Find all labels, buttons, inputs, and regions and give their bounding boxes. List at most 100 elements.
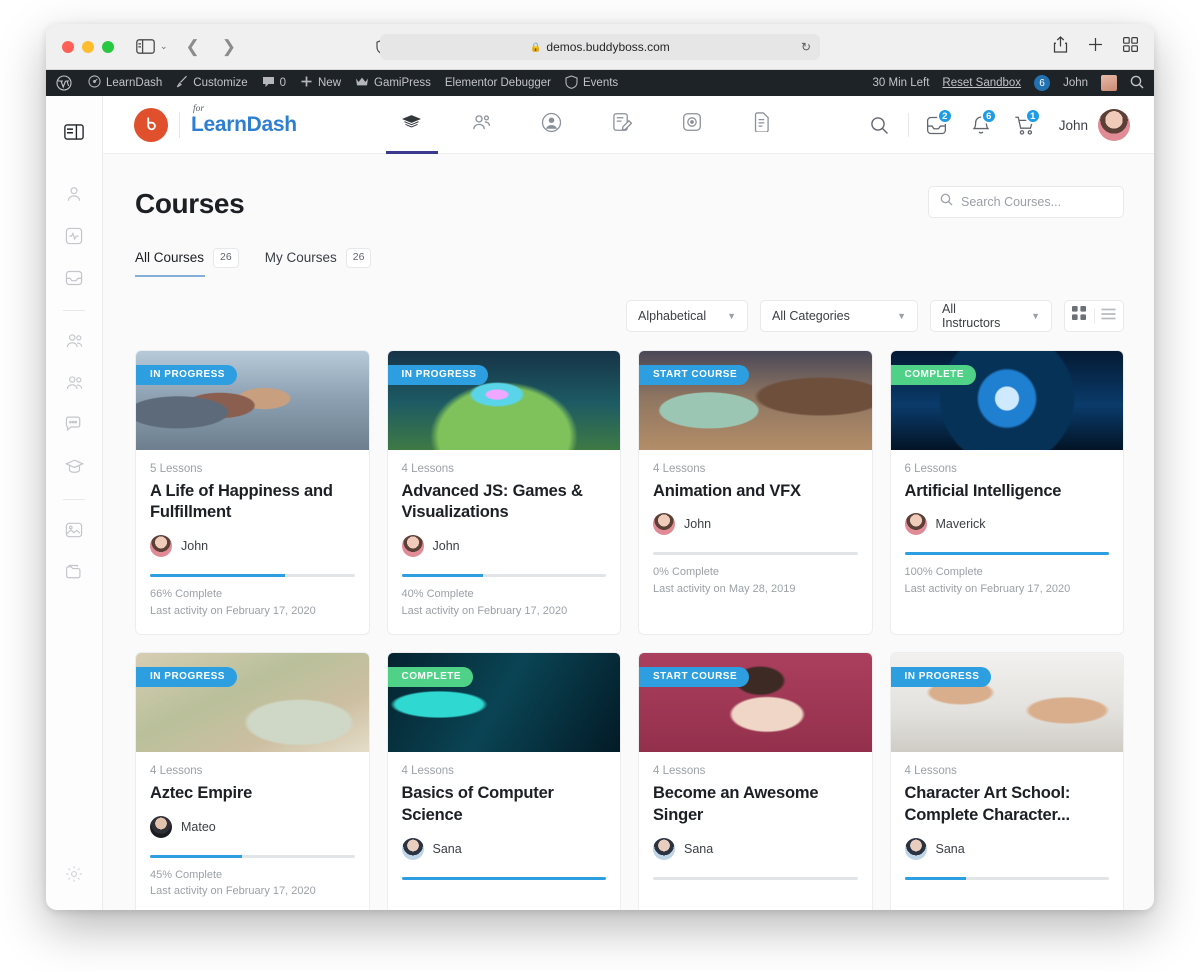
site-logo[interactable]: for LearnDash	[134, 104, 297, 142]
sort-value: Alphabetical	[638, 308, 707, 323]
admin-avatar[interactable]	[1101, 75, 1117, 91]
course-thumbnail: IN PROGRESS	[387, 350, 620, 450]
course-author[interactable]: John	[401, 535, 607, 558]
sidebar-item-photos[interactable]	[57, 513, 91, 547]
course-card[interactable]: START COURSE 4 Lessons Animation and VFX…	[638, 349, 873, 636]
window-controls[interactable]	[62, 40, 114, 53]
grid-view-button[interactable]	[1065, 300, 1094, 332]
last-activity: Last activity on February 17, 2020	[150, 885, 316, 898]
avatar	[653, 513, 675, 536]
wordpress-icon[interactable]	[56, 75, 72, 91]
course-author[interactable]: John	[150, 535, 355, 558]
sidebar-item-profile[interactable]	[57, 177, 91, 211]
address-bar[interactable]: 🔒 demos.buddyboss.com ↻	[380, 34, 820, 60]
course-card[interactable]: COMPLETE 6 Lessons Artificial Intelligen…	[889, 349, 1124, 636]
avatar	[653, 837, 675, 860]
course-title[interactable]: Animation and VFX	[653, 481, 858, 503]
sidebar-item-members[interactable]	[57, 324, 91, 358]
admin-item-events[interactable]: Events	[565, 74, 618, 92]
admin-item-comments[interactable]: 0	[262, 76, 286, 91]
reload-icon[interactable]: ↻	[801, 40, 811, 54]
course-card[interactable]: IN PROGRESS 4 Lessons Aztec Empire Mateo	[135, 652, 370, 910]
course-thumbnail: IN PROGRESS	[136, 653, 369, 753]
admin-item-gamipress[interactable]: GamiPress	[355, 76, 431, 90]
sidebar-item-activity[interactable]	[57, 219, 91, 253]
course-title[interactable]: Aztec Empire	[150, 783, 355, 805]
course-title[interactable]: Basics of Computer Science	[402, 783, 607, 827]
course-author[interactable]: Sana	[653, 837, 858, 860]
sidebar-toggle-icon[interactable]: ⌄	[136, 39, 168, 54]
list-view-button[interactable]	[1095, 300, 1124, 332]
course-title[interactable]: Advanced JS: Games & Visualizations	[402, 481, 607, 525]
admin-item-learndash[interactable]: LearnDash	[88, 75, 162, 91]
author-name: John	[181, 539, 209, 554]
forward-button[interactable]: ❯	[222, 37, 236, 57]
left-rail	[46, 96, 103, 910]
lesson-count: 4 Lessons	[653, 765, 706, 778]
minimize-window-button[interactable]	[82, 40, 94, 53]
search-courses-input[interactable]: Search Courses...	[928, 186, 1124, 218]
course-author[interactable]: Mateo	[150, 815, 355, 838]
course-title[interactable]: Artificial Intelligence	[905, 481, 1110, 503]
comment-icon	[262, 76, 275, 91]
admin-search-icon[interactable]	[1130, 75, 1144, 92]
sidebar-item-courses[interactable]	[57, 450, 91, 484]
nav-item-assignments[interactable]	[587, 96, 657, 154]
chevron-down-icon: ▼	[1031, 310, 1040, 321]
nav-item-media[interactable]	[657, 96, 727, 154]
tab-count: 26	[345, 248, 372, 268]
avatar[interactable]	[1098, 109, 1130, 141]
tab-overview-icon[interactable]	[1123, 37, 1139, 57]
chevron-down-icon: ▼	[727, 310, 736, 321]
tab-all-courses[interactable]: All Courses 26	[135, 248, 239, 277]
instructors-value: All Instructors	[942, 301, 1001, 330]
admin-item-new[interactable]: New	[300, 75, 341, 91]
course-card[interactable]: IN PROGRESS 5 Lessons A Life of Happines…	[135, 349, 370, 636]
sidebar-item-groups[interactable]	[57, 366, 91, 400]
nav-item-profile[interactable]	[517, 96, 587, 154]
admin-item-elementor-debugger[interactable]: Elementor Debugger	[445, 77, 551, 89]
new-tab-icon[interactable]	[1088, 37, 1103, 57]
messages-icon[interactable]: 2	[915, 96, 959, 154]
course-card[interactable]: COMPLETE 4 Lessons Basics of Computer Sc…	[386, 652, 621, 910]
course-card[interactable]: START COURSE 4 Lessons Become an Awesome…	[638, 652, 873, 910]
user-menu[interactable]: John	[1059, 109, 1130, 141]
tab-my-courses[interactable]: My Courses 26	[265, 248, 372, 277]
nav-item-documents[interactable]	[727, 96, 797, 154]
course-title[interactable]: A Life of Happiness and Fulfillment	[150, 481, 355, 525]
panel-icon[interactable]	[57, 115, 91, 149]
header-search-icon[interactable]	[858, 96, 902, 154]
nav-item-courses[interactable]	[377, 96, 447, 154]
admin-item-customize[interactable]: Customize	[176, 75, 248, 91]
course-author[interactable]: John	[653, 513, 858, 536]
sidebar-item-inbox[interactable]	[57, 261, 91, 295]
note-edit-icon	[612, 112, 633, 137]
sidebar-item-forums[interactable]	[57, 408, 91, 442]
sidebar-item-settings[interactable]	[65, 865, 83, 888]
nav-item-members[interactable]	[447, 96, 517, 154]
progress-label: 100% Complete	[904, 566, 983, 579]
sidebar-item-documents[interactable]	[57, 555, 91, 589]
course-card[interactable]: IN PROGRESS 4 Lessons Character Art Scho…	[889, 652, 1124, 910]
notifications-icon[interactable]: 6	[959, 96, 1003, 154]
course-author[interactable]: Maverick	[904, 513, 1110, 536]
admin-notification-count[interactable]: 6	[1034, 75, 1051, 91]
categories-select[interactable]: All Categories ▼	[760, 299, 918, 332]
dashboard-icon	[88, 75, 101, 91]
back-button[interactable]: ❮	[186, 37, 200, 57]
course-title[interactable]: Become an Awesome Singer	[653, 783, 858, 827]
sort-select[interactable]: Alphabetical ▼	[626, 299, 748, 332]
maximize-window-button[interactable]	[102, 40, 114, 53]
course-author[interactable]: Sana	[904, 837, 1110, 860]
cart-icon[interactable]: 1	[1003, 96, 1047, 154]
instructors-select[interactable]: All Instructors ▼	[930, 299, 1052, 332]
course-title[interactable]: Character Art School: Complete Character…	[905, 783, 1110, 827]
admin-user-name[interactable]: John	[1063, 77, 1088, 89]
course-card[interactable]: IN PROGRESS 4 Lessons Advanced JS: Games…	[386, 349, 621, 636]
close-window-button[interactable]	[62, 40, 74, 53]
course-thumbnail: IN PROGRESS	[890, 653, 1123, 753]
course-author[interactable]: Sana	[401, 837, 607, 860]
share-icon[interactable]	[1053, 36, 1068, 58]
reset-sandbox-link[interactable]: Reset Sandbox	[942, 77, 1021, 89]
chevron-down-icon[interactable]: ⌄	[160, 41, 168, 52]
